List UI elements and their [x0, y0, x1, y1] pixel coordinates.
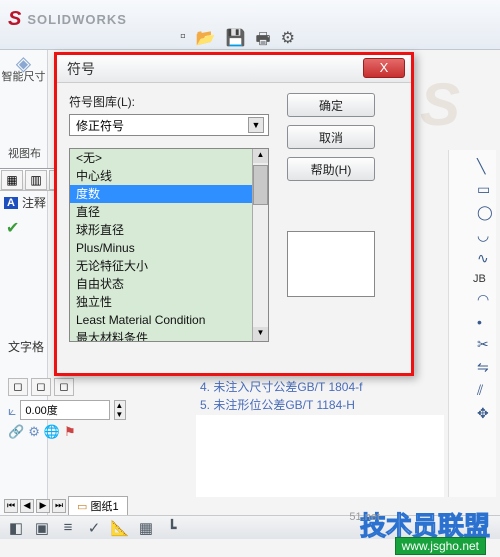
cancel-button[interactable]: 取消: [287, 125, 375, 149]
arc-tool-icon[interactable]: ◡: [477, 227, 489, 244]
rect-tool-icon[interactable]: ▭: [477, 181, 490, 198]
drawing-canvas[interactable]: [196, 415, 444, 497]
fmt-btn-2[interactable]: ◻: [31, 378, 51, 396]
bg-brand-mark: S: [420, 70, 460, 139]
sheet-icon: ▭: [77, 501, 87, 513]
view-box-icon[interactable]: ▣: [32, 519, 52, 537]
sheet-tab-1[interactable]: ▭ 图纸1: [68, 496, 128, 516]
fillet-tool-icon[interactable]: ◠: [477, 291, 489, 308]
view-tab-label[interactable]: 视图布: [8, 145, 41, 161]
app-logo: S SOLIDWORKS: [8, 8, 127, 31]
symbol-list-item[interactable]: 自由状态: [70, 275, 252, 293]
logo-glyph: S: [8, 8, 21, 31]
symbol-list[interactable]: <无>中心线度数直径球形直径Plus/Minus无论特征大小自由状态独立性Lea…: [69, 148, 269, 342]
main-toolbar-icons: ▫ 📂 💾 🖶 ⚙: [180, 28, 295, 55]
drawing-note-5: 5. 未注形位公差GB/T 1184-H: [200, 396, 444, 414]
globe-icon[interactable]: 🌐: [44, 424, 60, 440]
ok-button[interactable]: 确定: [287, 93, 375, 117]
new-icon[interactable]: ▫: [180, 28, 186, 55]
symbol-library-label: 符号图库(L):: [69, 93, 273, 110]
dimension-icon: ◈: [2, 58, 46, 71]
symbol-list-item[interactable]: Plus/Minus: [70, 239, 252, 257]
sheet-tabs: ⏮ ◀ ▶ ⏭ ▭ 图纸1: [4, 495, 264, 517]
settings-icon[interactable]: ⚙: [281, 28, 295, 55]
move-tool-icon[interactable]: ✥: [477, 405, 489, 422]
symbol-dialog: 符号 X 符号图库(L): 修正符号 ▼ <无>中心线度数直径球形直径Plus/…: [54, 52, 414, 376]
symbol-list-item[interactable]: 最大材料条件: [70, 329, 252, 342]
list-scrollbar[interactable]: ▲ ▼: [252, 149, 268, 341]
close-icon: X: [380, 60, 389, 75]
open-icon[interactable]: 📂: [196, 28, 216, 55]
view-edge-icon[interactable]: ┗: [162, 519, 182, 537]
symbol-preview: [287, 231, 375, 297]
trim-tool-icon[interactable]: ✂: [477, 336, 489, 353]
right-text-label: JB: [473, 273, 486, 285]
watermark-tiny: 51.net: [349, 511, 380, 523]
offset-tool-icon[interactable]: ⫽: [477, 382, 483, 399]
fmt-btn-3[interactable]: ◻: [54, 378, 74, 396]
logo-text: SOLIDWORKS: [27, 12, 127, 27]
fmt-btn-1[interactable]: ◻: [8, 378, 28, 396]
dialog-titlebar[interactable]: 符号 X: [57, 55, 411, 83]
smart-dimension-label: 智能尺寸: [2, 71, 46, 83]
symbol-list-item[interactable]: 中心线: [70, 167, 252, 185]
scroll-down-icon[interactable]: ▼: [253, 327, 268, 341]
symbol-library-value: 修正符号: [76, 117, 124, 134]
angle-spinner[interactable]: ▲▼: [114, 400, 126, 420]
format-controls: ◻ ◻ ◻ ⟀ ▲▼ 🔗 ⚙ 🌐 ⚑: [8, 378, 208, 440]
symbol-list-item[interactable]: Least Material Condition: [70, 311, 252, 329]
symbol-list-item[interactable]: 球形直径: [70, 221, 252, 239]
view-lines-icon[interactable]: ≡: [58, 519, 78, 536]
annotation-label: 注释: [22, 194, 46, 211]
symbol-library-combo[interactable]: 修正符号 ▼: [69, 114, 269, 136]
symbol-list-item[interactable]: <无>: [70, 149, 252, 167]
gear-field-icon[interactable]: ⚙: [28, 424, 40, 440]
line-tool-icon[interactable]: ╲: [477, 158, 485, 175]
feature-tab-2[interactable]: ▥: [25, 170, 47, 190]
sheet-nav-prev[interactable]: ◀: [20, 499, 34, 513]
text-section-label: 文字格: [8, 338, 44, 355]
view-cube-icon[interactable]: ◧: [6, 519, 26, 537]
link-icon[interactable]: 🔗: [8, 424, 24, 440]
dialog-close-button[interactable]: X: [363, 58, 405, 78]
print-icon[interactable]: 🖶: [256, 28, 271, 55]
angle-icon: ⟀: [8, 402, 16, 419]
dialog-title-text: 符号: [67, 59, 95, 79]
angle-input[interactable]: [20, 400, 110, 420]
view-check-icon[interactable]: ✓: [84, 519, 104, 537]
spline-tool-icon[interactable]: ∿: [477, 250, 489, 267]
sheet-nav-first[interactable]: ⏮: [4, 499, 18, 513]
sheet-nav-next[interactable]: ▶: [36, 499, 50, 513]
feature-tab-1[interactable]: ▦: [1, 170, 23, 190]
main-toolbar: S SOLIDWORKS ▫ 📂 💾 🖶 ⚙: [0, 0, 500, 50]
sheet-tab-label: 图纸1: [90, 501, 118, 513]
point-tool-icon[interactable]: •: [477, 314, 482, 330]
annotation-icon: A: [4, 197, 18, 209]
view-ruler-icon[interactable]: 📐: [110, 519, 130, 537]
symbol-list-item[interactable]: 度数: [70, 185, 252, 203]
circle-tool-icon[interactable]: ◯: [477, 204, 493, 221]
angle-input-row: ⟀ ▲▼: [8, 400, 208, 420]
symbol-list-item[interactable]: 无论特征大小: [70, 257, 252, 275]
chevron-down-icon: ▼: [248, 117, 264, 133]
scroll-up-icon[interactable]: ▲: [253, 149, 268, 163]
mirror-tool-icon[interactable]: ⇋: [477, 359, 489, 376]
help-button[interactable]: 帮助(H): [287, 157, 375, 181]
watermark-small: www.jsgho.net: [395, 537, 486, 555]
scroll-thumb[interactable]: [253, 165, 268, 205]
drawing-note-4: 4. 未注入尺寸公差GB/T 1804-f: [200, 378, 444, 396]
flag-icon[interactable]: ⚑: [64, 424, 76, 440]
sheet-nav-last[interactable]: ⏭: [52, 499, 66, 513]
smart-dimension-button[interactable]: ◈ 智能尺寸: [2, 58, 46, 84]
right-tool-rail: ╲ ▭ ◯ ◡ ∿ JB ◠ • ✂ ⇋ ⫽ ✥: [448, 150, 496, 497]
view-filter-icon[interactable]: ▦: [136, 519, 156, 537]
symbol-list-item[interactable]: 独立性: [70, 293, 252, 311]
save-icon[interactable]: 💾: [226, 28, 246, 55]
symbol-list-item[interactable]: 直径: [70, 203, 252, 221]
